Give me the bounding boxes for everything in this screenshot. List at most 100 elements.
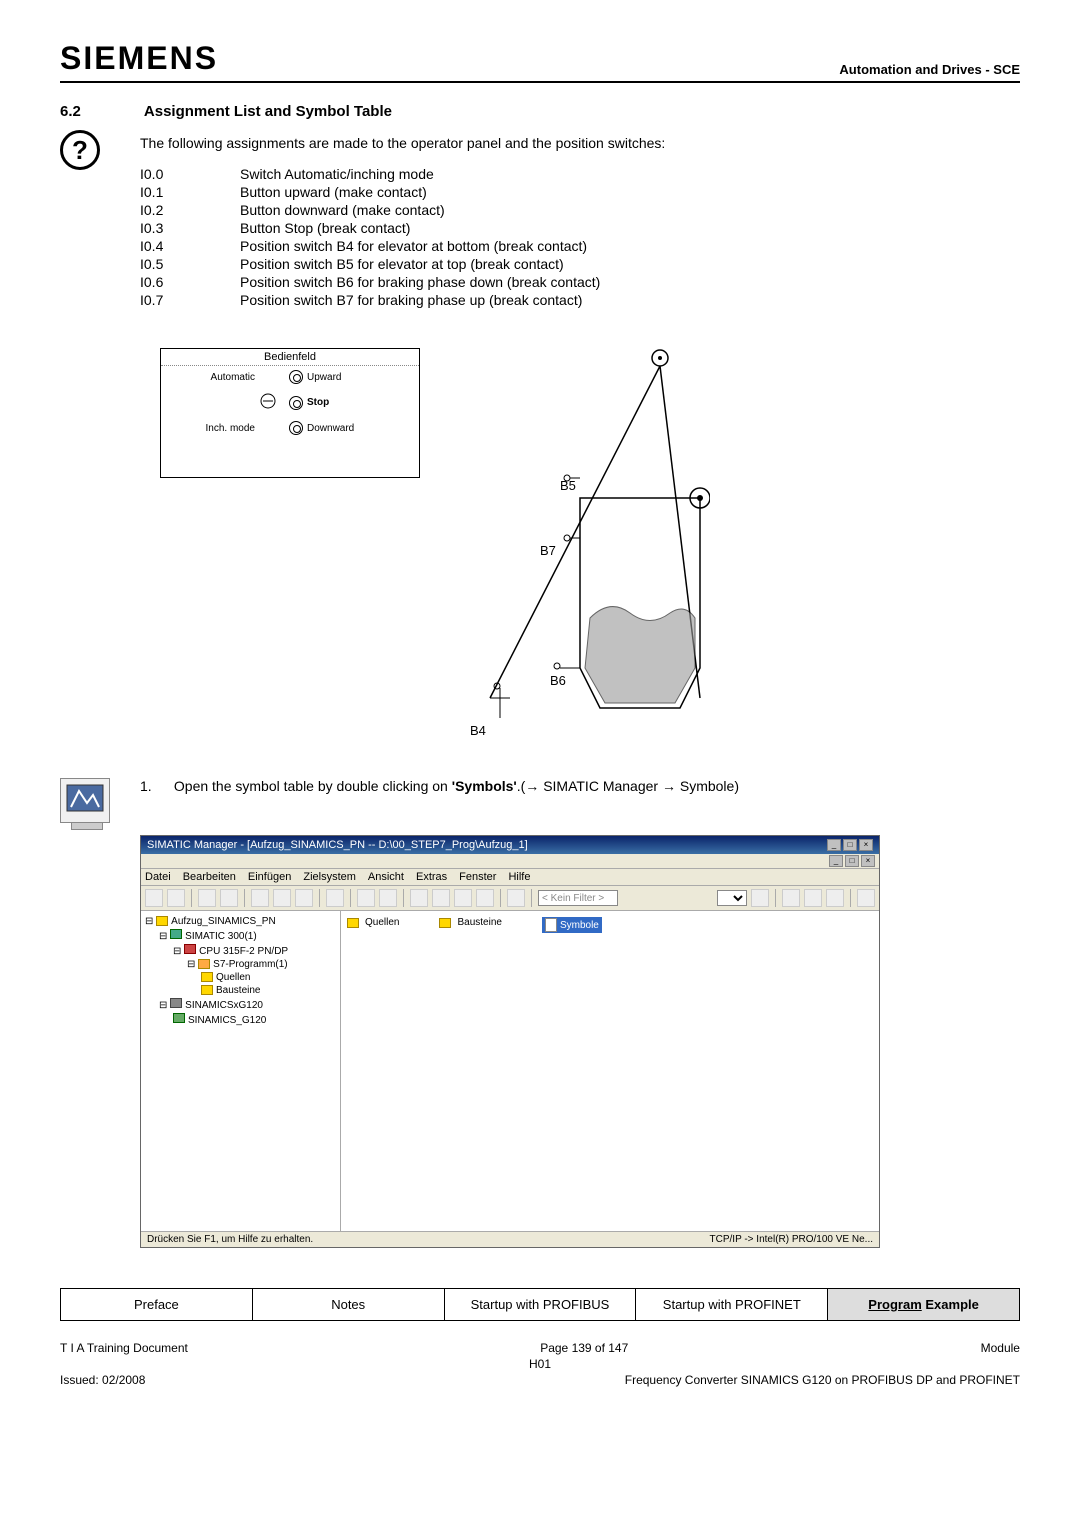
status-left: Drücken Sie F1, um Hilfe zu erhalten.	[147, 1234, 313, 1245]
maximize-icon[interactable]: □	[843, 839, 857, 851]
tab-notes[interactable]: Notes	[253, 1289, 445, 1320]
intro-row: ? The following assignments are made to …	[60, 135, 1020, 328]
page-header: SIEMENS Automation and Drives - SCE	[60, 40, 1020, 83]
tree-item[interactable]: ⊟ S7-Programm(1)	[145, 958, 336, 971]
assign-row: I0.0Switch Automatic/inching mode	[140, 166, 1020, 182]
toolbar-icon[interactable]	[804, 889, 822, 907]
instruction-row: 1. Open the symbol table by double click…	[60, 778, 1020, 823]
tree-item[interactable]: ⊟ CPU 315F-2 PN/DP	[145, 943, 336, 958]
menu-datei[interactable]: Datei	[145, 871, 171, 883]
help-icon[interactable]	[857, 889, 875, 907]
question-icon: ?	[60, 130, 100, 170]
content-quellen[interactable]: Quellen	[347, 917, 399, 928]
assign-row: I0.6Position switch B6 for braking phase…	[140, 274, 1020, 290]
footer-issued: Issued: 02/2008	[60, 1373, 145, 1387]
toolbar-icon[interactable]	[198, 889, 216, 907]
assignment-list: I0.0Switch Automatic/inching mode I0.1Bu…	[140, 166, 1020, 308]
header-subtitle: Automation and Drives - SCE	[839, 62, 1020, 77]
minimize-icon[interactable]: _	[829, 855, 843, 867]
toolbar	[141, 886, 879, 911]
menu-ansicht[interactable]: Ansicht	[368, 871, 404, 883]
section-title: Assignment List and Symbol Table	[144, 103, 392, 120]
footer-page: Page 139 of 147	[540, 1341, 628, 1355]
footer-module: Module	[981, 1341, 1020, 1355]
bedienfeld-panel: Bedienfeld Automatic Upward Stop Inch. m…	[160, 348, 420, 478]
tree-item[interactable]: Bausteine	[145, 984, 336, 997]
footer-h01: H01	[529, 1357, 551, 1371]
content-bausteine[interactable]: Bausteine	[439, 917, 501, 928]
tree-item[interactable]: Quellen	[145, 971, 336, 984]
copy-icon[interactable]	[273, 889, 291, 907]
footer-doc: T I A Training Document	[60, 1341, 188, 1355]
cut-icon[interactable]	[251, 889, 269, 907]
assign-row: I0.2Button downward (make contact)	[140, 202, 1020, 218]
bedienfeld-title: Bedienfeld	[161, 349, 419, 366]
menu-bearbeiten[interactable]: Bearbeiten	[183, 871, 236, 883]
button-icon	[289, 396, 303, 410]
label-b6: B6	[550, 673, 566, 688]
siemens-logo: SIEMENS	[60, 40, 218, 77]
menu-extras[interactable]: Extras	[416, 871, 447, 883]
menubar: Datei Bearbeiten Einfügen Zielsystem Ans…	[141, 869, 879, 886]
button-icon	[289, 421, 303, 435]
tree-item[interactable]: SINAMICS_G120	[145, 1012, 336, 1027]
label-b4: B4	[470, 723, 486, 738]
tree-item[interactable]: ⊟ SIMATIC 300(1)	[145, 928, 336, 943]
toolbar-icon[interactable]	[751, 889, 769, 907]
assign-row: I0.5Position switch B5 for elevator at t…	[140, 256, 1020, 272]
hopper-diagram	[450, 318, 710, 738]
menu-zielsystem[interactable]: Zielsystem	[303, 871, 356, 883]
filter-input[interactable]	[538, 890, 618, 906]
tree-item[interactable]: ⊟ Aufzug_SINAMICS_PN	[145, 915, 336, 928]
open-icon[interactable]	[167, 889, 185, 907]
close-icon[interactable]: ×	[861, 855, 875, 867]
toolbar-icon[interactable]	[782, 889, 800, 907]
tab-profibus[interactable]: Startup with PROFIBUS	[445, 1289, 637, 1320]
menu-einfuegen[interactable]: Einfügen	[248, 871, 291, 883]
toolbar-icon[interactable]	[220, 889, 238, 907]
page-footer: T I A Training Document Page 139 of 147 …	[60, 1341, 1020, 1387]
menu-fenster[interactable]: Fenster	[459, 871, 496, 883]
toolbar-icon[interactable]	[357, 889, 375, 907]
toolbar-icon[interactable]	[432, 889, 450, 907]
instruction-text: 1. Open the symbol table by double click…	[140, 778, 1020, 794]
window-title: SIMATIC Manager - [Aufzug_SINAMICS_PN --…	[147, 839, 528, 851]
assign-row: I0.7Position switch B7 for braking phase…	[140, 292, 1020, 308]
new-icon[interactable]	[145, 889, 163, 907]
tree-panel: ⊟ Aufzug_SINAMICS_PN ⊟ SIMATIC 300(1) ⊟ …	[141, 911, 341, 1231]
assign-row: I0.4Position switch B4 for elevator at b…	[140, 238, 1020, 254]
tree-item[interactable]: ⊟ SINAMICSxG120	[145, 997, 336, 1012]
simatic-screenshot: SIMATIC Manager - [Aufzug_SINAMICS_PN --…	[140, 835, 880, 1248]
tab-preface[interactable]: Preface	[61, 1289, 253, 1320]
content-symbole[interactable]: Symbole	[542, 917, 602, 933]
section-number: 6.2	[60, 103, 140, 120]
minimize-icon[interactable]: _	[827, 839, 841, 851]
diagram-figure: Bedienfeld Automatic Upward Stop Inch. m…	[160, 348, 760, 748]
computer-icon	[60, 778, 110, 823]
window-titlebar: SIMATIC Manager - [Aufzug_SINAMICS_PN --…	[141, 836, 879, 854]
download-icon[interactable]	[326, 889, 344, 907]
footer-desc: Frequency Converter SINAMICS G120 on PRO…	[625, 1373, 1020, 1387]
statusbar: Drücken Sie F1, um Hilfe zu erhalten. TC…	[141, 1231, 879, 1247]
assign-row: I0.3Button Stop (break contact)	[140, 220, 1020, 236]
button-icon	[289, 370, 303, 384]
nav-tabs: Preface Notes Startup with PROFIBUS Star…	[60, 1288, 1020, 1321]
maximize-icon[interactable]: □	[845, 855, 859, 867]
label-b7: B7	[540, 543, 556, 558]
menu-hilfe[interactable]: Hilfe	[508, 871, 530, 883]
assign-row: I0.1Button upward (make contact)	[140, 184, 1020, 200]
filter-dropdown[interactable]	[717, 890, 747, 906]
label-b5: B5	[560, 478, 576, 493]
tab-program-example[interactable]: Program Example	[828, 1289, 1019, 1320]
toolbar-icon[interactable]	[507, 889, 525, 907]
toolbar-icon[interactable]	[476, 889, 494, 907]
paste-icon[interactable]	[295, 889, 313, 907]
tab-profinet[interactable]: Startup with PROFINET	[636, 1289, 828, 1320]
toolbar-icon[interactable]	[454, 889, 472, 907]
close-icon[interactable]: ×	[859, 839, 873, 851]
toolbar-icon[interactable]	[379, 889, 397, 907]
section-header: 6.2 Assignment List and Symbol Table	[60, 103, 1020, 120]
toolbar-icon[interactable]	[826, 889, 844, 907]
status-right: TCP/IP -> Intel(R) PRO/100 VE Ne...	[710, 1234, 873, 1245]
toolbar-icon[interactable]	[410, 889, 428, 907]
